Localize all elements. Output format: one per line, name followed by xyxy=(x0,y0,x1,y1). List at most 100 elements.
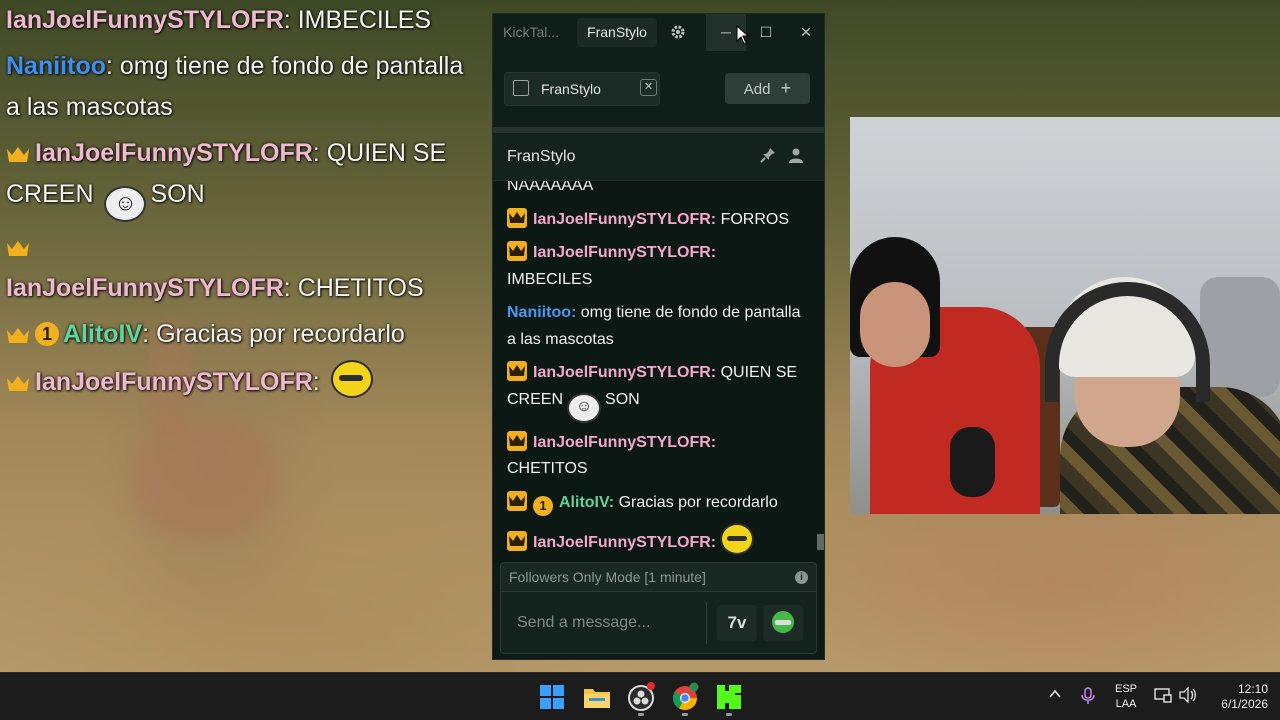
crown-icon xyxy=(507,361,527,381)
overlay-message: Naniitoo: omg tiene de fondo de pantalla… xyxy=(6,52,464,121)
followers-only-text: Followers Only Mode [1 minute] xyxy=(509,569,706,585)
keyboard-layout-code: LAA xyxy=(1115,698,1137,710)
overlay-message-text: CHETITOS xyxy=(297,274,424,302)
file-explorer-icon[interactable] xyxy=(581,681,613,713)
message-text: CHETITOS xyxy=(507,460,588,477)
pin-icon[interactable] xyxy=(759,147,777,165)
windows-start-icon[interactable] xyxy=(536,681,568,713)
info-icon[interactable]: i xyxy=(795,571,808,584)
chat-message: IanJoelFunnySTYLOFR: CHETITOS xyxy=(507,430,807,483)
chat-message: IanJoelFunnySTYLOFR: FORROS xyxy=(507,207,807,234)
obs-icon[interactable] xyxy=(625,681,657,713)
add-button-label: Add xyxy=(743,81,771,98)
channel-avatar-icon xyxy=(513,80,529,96)
overlay-message: IanJoelFunnySTYLOFR: IMBECILES xyxy=(6,6,432,34)
overlay-message: IanJoelFunnySTYLOFR: QUIEN SE CREEN ☺ SON xyxy=(6,133,476,222)
system-clock[interactable]: 12:10 6/1/2026 xyxy=(1200,682,1268,712)
taskbar: ESP LAA 12:10 6/1/2026 xyxy=(0,672,1280,720)
divider xyxy=(706,602,707,644)
message-text: SON xyxy=(605,390,640,408)
chat-message: IanJoelFunnySTYLOFR: QUIEN SE CREEN ☺ SON xyxy=(507,360,807,423)
stream-chat-overlay: IanJoelFunnySTYLOFR: IMBECILES Naniitoo:… xyxy=(6,0,476,408)
overlay-username: AlitoIV xyxy=(63,320,143,348)
user-icon[interactable] xyxy=(787,147,805,165)
gear-icon[interactable] xyxy=(659,18,697,47)
add-channel-button[interactable]: Add + xyxy=(725,73,810,104)
overlay-username: IanJoelFunnySTYLOFR xyxy=(6,6,284,34)
chat-messages[interactable]: NAAAAAAA IanJoelFunnySTYLOFR: FORROS Ian… xyxy=(493,181,824,563)
channel-tab-bar: FranStylo ✕ Add + xyxy=(493,51,824,127)
followers-only-banner: Followers Only Mode [1 minute] i xyxy=(500,562,817,592)
subscriber-badge: 1 xyxy=(533,495,553,516)
message-input[interactable] xyxy=(507,604,715,642)
crown-icon xyxy=(7,147,29,162)
crown-icon xyxy=(507,531,527,551)
bee-emote-icon xyxy=(720,523,755,555)
chat-message: IanJoelFunnySTYLOFR: xyxy=(507,523,807,557)
chat-username[interactable]: IanJoelFunnySTYLOFR: xyxy=(533,244,716,261)
webcam-feed xyxy=(850,117,1280,514)
chevron-up-icon[interactable] xyxy=(1045,687,1065,707)
crown-icon xyxy=(7,376,29,391)
chat-username[interactable]: IanJoelFunnySTYLOFR: xyxy=(533,434,716,451)
person-left-face xyxy=(860,282,930,367)
app-running-indicator xyxy=(682,713,688,716)
crown-icon xyxy=(507,241,527,261)
message-text: NAAAAAAA xyxy=(507,181,594,194)
clock-time: 12:10 xyxy=(1237,682,1268,696)
chat-username[interactable]: IanJoelFunnySTYLOFR: xyxy=(533,364,716,381)
crown-icon xyxy=(507,490,527,511)
chat-message: Naniitoo: omg tiene de fondo de pantalla… xyxy=(507,300,807,353)
trollface-emote-icon: ☺ xyxy=(567,392,602,423)
kick-emote-button[interactable] xyxy=(763,605,803,641)
mouse-cursor-icon xyxy=(736,25,750,45)
message-text: IMBECILES xyxy=(507,270,593,288)
message-text: FORROS xyxy=(720,210,790,228)
chat-username[interactable]: Naniitoo: xyxy=(507,304,576,321)
message-composer: 7v xyxy=(500,592,817,654)
microphone xyxy=(950,427,995,497)
chat-username[interactable]: AlitoIV: xyxy=(559,494,614,511)
chat-message: 1 AlitoIV: Gracias por recordarlo xyxy=(507,490,807,517)
volume-icon[interactable] xyxy=(1178,686,1198,707)
chat-username[interactable]: IanJoelFunnySTYLOFR: xyxy=(533,534,716,551)
app-tab-active[interactable]: FranStylo xyxy=(577,18,657,47)
close-tab-icon[interactable]: ✕ xyxy=(640,79,657,96)
language-code: ESP xyxy=(1114,683,1137,695)
overlay-username: IanJoelFunnySTYLOFR xyxy=(35,139,313,167)
headphones xyxy=(1045,282,1210,402)
clock-date: 6/1/2026 xyxy=(1221,697,1268,711)
crown-icon xyxy=(7,328,29,343)
crown-icon xyxy=(7,241,29,256)
kick-icon[interactable] xyxy=(713,681,745,713)
app-running-indicator xyxy=(726,713,732,716)
sofa xyxy=(1200,277,1280,397)
app-tab-inactive[interactable]: KickTal... xyxy=(493,14,573,51)
close-button[interactable]: ✕ xyxy=(786,14,826,51)
7tv-emote-button[interactable]: 7v xyxy=(717,605,757,641)
chrome-icon[interactable] xyxy=(669,681,701,713)
chat-username[interactable]: IanJoelFunnySTYLOFR: xyxy=(533,211,716,228)
chat-header: FranStylo xyxy=(493,133,824,181)
input-language-indicator[interactable]: ESP LAA xyxy=(1111,682,1141,712)
subscriber-badge: 1 xyxy=(35,322,59,346)
overlay-message: IanJoelFunnySTYLOFR: CHETITOS xyxy=(6,227,476,309)
trollface-emote-icon: ☺ xyxy=(104,186,147,222)
chat-message: IanJoelFunnySTYLOFR: IMBECILES xyxy=(507,240,807,293)
overlay-message-text: Gracias por recordarlo xyxy=(156,320,405,348)
channel-tab-franstylo[interactable]: FranStylo ✕ xyxy=(504,72,660,106)
overlay-username: Naniitoo xyxy=(6,52,106,80)
overlay-username: IanJoelFunnySTYLOFR xyxy=(35,368,313,396)
overlay-username: IanJoelFunnySTYLOFR xyxy=(6,274,284,302)
chat-scrollbar[interactable] xyxy=(817,534,824,550)
channel-tab-label: FranStylo xyxy=(541,81,601,97)
crown-icon xyxy=(507,430,527,451)
emote-picker-icon xyxy=(772,611,794,633)
microphone-icon[interactable] xyxy=(1078,687,1098,707)
message-text: Gracias por recordarlo xyxy=(618,493,778,511)
deer-body xyxy=(130,420,280,540)
maximize-button[interactable]: ☐ xyxy=(746,14,786,51)
plus-icon: + xyxy=(780,78,792,98)
crown-icon xyxy=(507,207,527,228)
network-icon[interactable] xyxy=(1153,687,1173,707)
